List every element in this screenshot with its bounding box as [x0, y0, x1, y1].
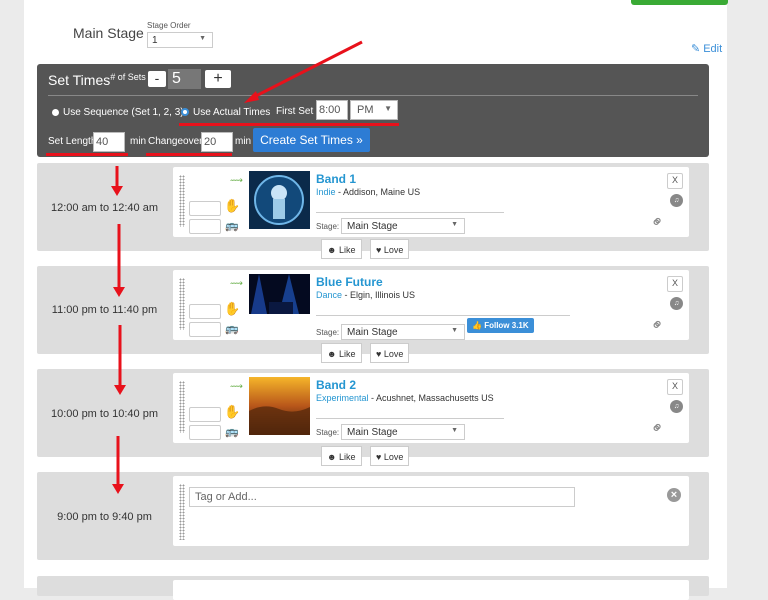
annotation-arrow-head [112, 484, 124, 494]
annotation-arrow-line [251, 40, 363, 100]
annotation-overlay [111, 40, 363, 494]
annotation-arrow-head [114, 385, 126, 395]
annotation-arrow-head [113, 287, 125, 297]
annotation-arrow-head [111, 186, 123, 196]
annotation-arrow-head [244, 91, 259, 103]
